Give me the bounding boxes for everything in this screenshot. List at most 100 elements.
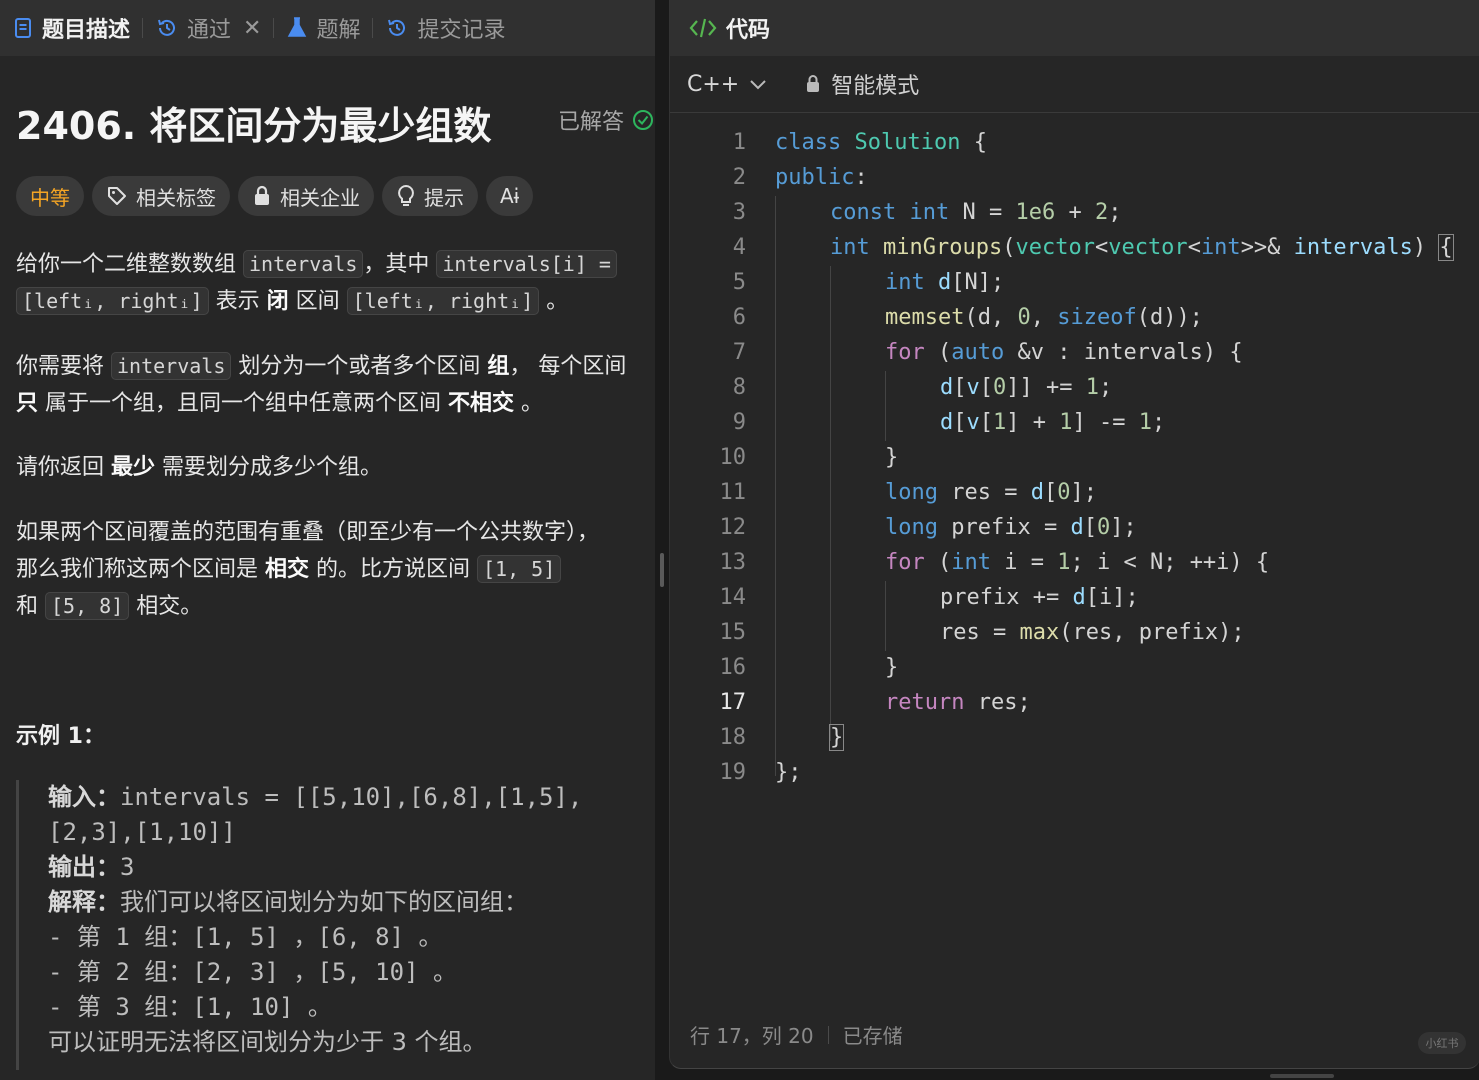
solved-status: 已解答 <box>558 104 654 136</box>
code-line: for (auto &v : intervals) { <box>885 340 1243 365</box>
tab-solutions[interactable]: 题解 <box>274 0 372 56</box>
editor-toolbar: C++ 智能模式 <box>670 56 1479 113</box>
code-line: prefix += d[i]; <box>940 585 1139 610</box>
code-pane: 代码 C++ 智能模式 1 2 3 4 5 6 7 8 9 10 11 12 1… <box>669 0 1479 1069</box>
related-tags-label: 相关标签 <box>136 185 216 210</box>
example-group-1: - 第 1 组：[1, 5] ，[6, 8] 。 <box>48 923 443 951</box>
code-line: long prefix = d[0]; <box>885 515 1137 540</box>
bold-text: 组 <box>487 354 510 379</box>
code-line: int minGroups(vector<vector<int>>& inter… <box>830 234 1454 261</box>
line-number: 14 <box>719 585 747 610</box>
code-line: d[v[1] + 1] -= 1; <box>940 410 1166 435</box>
output-label: 输出： <box>48 853 120 881</box>
line-number: 19 <box>719 760 747 785</box>
code-line: for (int i = 1; i < N; ++i) { <box>885 550 1270 575</box>
example-group-3: - 第 3 组：[1, 10] 。 <box>48 993 332 1021</box>
explain-label: 解释： <box>48 888 120 916</box>
text: 如果两个区间覆盖的范围有重叠（即至少有一个公共数字）， <box>16 520 600 545</box>
line-number: 12 <box>719 515 747 540</box>
tab-solutions-label: 题解 <box>316 18 361 43</box>
editor-status-bar: 行 17，列 20 已存储 <box>690 1020 903 1049</box>
check-circle-icon <box>633 110 654 130</box>
tab-status[interactable]: 通过 ✕ <box>143 0 273 56</box>
line-number: 3 <box>732 200 746 225</box>
difficulty-badge[interactable]: 中等 <box>16 176 84 216</box>
lock-icon <box>807 75 820 92</box>
code-line: } <box>828 724 845 751</box>
text: ，其中 <box>363 252 437 277</box>
title-row: 2406. 将区间分为最少组数 已解答 <box>16 92 655 152</box>
history-icon <box>385 16 409 40</box>
bold-text: 相交 <box>265 557 310 582</box>
example-group-2: - 第 2 组：[2, 3] ，[5, 10] 。 <box>48 958 457 986</box>
inline-code: [1, 5] <box>477 555 562 583</box>
text: 。 <box>539 289 569 314</box>
text: 。 <box>514 391 544 416</box>
inline-code: intervals <box>111 352 232 380</box>
description-paragraph-3: 请你返回 最少 需要划分成多少个组。 <box>16 449 655 486</box>
tab-description-label: 题目描述 <box>42 18 131 43</box>
code-line: res = max(res, prefix); <box>940 620 1245 645</box>
code-pane-title: 代码 <box>726 18 771 43</box>
status-separator <box>827 1025 829 1044</box>
tag-icon <box>108 187 126 205</box>
line-number: 6 <box>732 305 746 330</box>
pane-divider[interactable] <box>655 0 669 1080</box>
text: 的。比方说区间 <box>309 557 478 582</box>
line-number: 7 <box>732 340 746 365</box>
related-companies-button[interactable]: 相关企业 <box>238 176 374 216</box>
tab-submissions[interactable]: 提交记录 <box>373 0 517 56</box>
bold-text: 闭 <box>266 289 289 314</box>
input-label: 输入： <box>48 783 120 811</box>
example-block: 输入：intervals = [[5,10],[6,8],[1,5], [2,3… <box>16 780 655 1070</box>
inline-code: [leftᵢ, rightᵢ] <box>16 287 209 315</box>
indent-guide <box>885 581 886 651</box>
text: 给你一个二维整数数组 <box>16 252 243 277</box>
line-number: 4 <box>732 235 746 260</box>
text: 你需要将 <box>16 354 111 379</box>
input-value: intervals = [[5,10],[6,8],[1,5], <box>120 783 583 811</box>
line-number: 15 <box>719 620 747 645</box>
code-line: public: <box>775 165 868 190</box>
language-select[interactable]: C++ <box>687 72 767 97</box>
resize-handle[interactable] <box>660 553 664 587</box>
tab-submissions-label: 提交记录 <box>417 18 506 43</box>
code-line: }; <box>775 760 802 785</box>
bold-text: 最少 <box>111 455 156 480</box>
code-line: d[v[0]] += 1; <box>940 375 1113 400</box>
hint-label: 提示 <box>424 185 464 210</box>
indent-guide <box>830 266 831 741</box>
line-number: 10 <box>719 445 747 470</box>
close-icon[interactable]: ✕ <box>243 16 261 41</box>
bold-text: 不相交 <box>448 391 515 416</box>
bold-text: 只 <box>16 391 39 416</box>
history-icon <box>155 16 179 40</box>
tab-description[interactable]: 题目描述 <box>0 0 142 56</box>
lock-icon <box>255 185 269 205</box>
bottom-handle[interactable] <box>1270 1074 1334 1078</box>
hint-button[interactable]: 提示 <box>382 176 478 216</box>
translate-icon: Aɨ <box>500 184 520 208</box>
mode-select[interactable]: 智能模式 <box>805 68 919 100</box>
code-line: long res = d[0]; <box>885 480 1097 505</box>
example-explanation: 解释：我们可以将区间划分为如下的区间组： <box>48 885 655 920</box>
mode-label: 智能模式 <box>831 74 920 99</box>
example-conclusion: 可以证明无法将区间划分为少于 3 个组。 <box>48 1028 487 1056</box>
inline-code: intervals[i] = <box>436 250 617 278</box>
line-number: 9 <box>732 410 746 435</box>
related-tags-button[interactable]: 相关标签 <box>92 176 230 216</box>
text: 区间 <box>288 289 347 314</box>
code-line: class Solution { <box>775 130 987 155</box>
font-size-button[interactable]: Aɨ <box>486 176 534 216</box>
save-status: 已存储 <box>842 1024 903 1048</box>
code-line: const int N = 1e6 + 2; <box>830 200 1122 225</box>
code-editor[interactable]: 1 2 3 4 5 6 7 8 9 10 11 12 13 14 15 16 1… <box>670 126 1479 806</box>
text: 表示 <box>208 289 267 314</box>
indent-guide <box>775 196 776 776</box>
code-line: memset(d, 0, sizeof(d)); <box>885 305 1203 330</box>
watermark: 小红书 <box>1418 1032 1466 1054</box>
line-number: 5 <box>732 270 746 295</box>
flask-icon <box>286 16 308 40</box>
text: 属于一个组，且同一个组中任意两个区间 <box>38 391 449 416</box>
code-icon <box>689 18 717 38</box>
